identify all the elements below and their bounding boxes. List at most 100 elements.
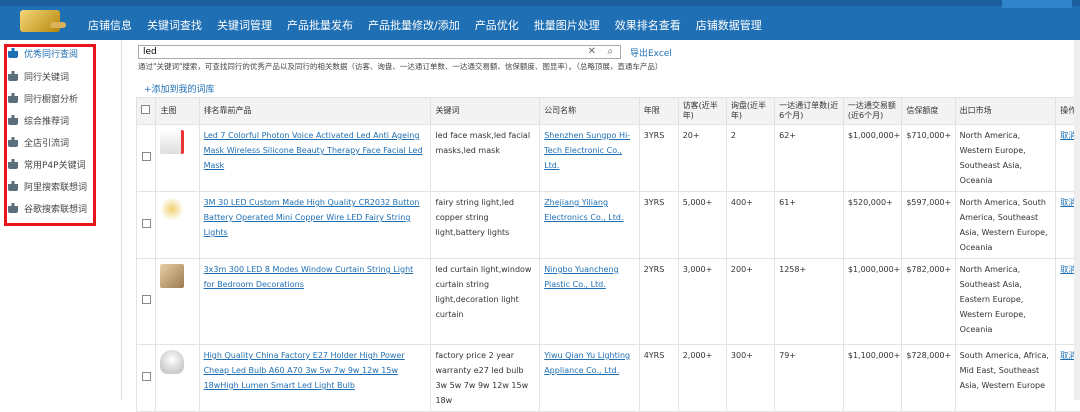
amount-cell: $1,000,000+ (843, 125, 901, 192)
product-link[interactable]: 3M 30 LED Custom Made High Quality CR203… (204, 198, 420, 237)
company-cell: Shenzhen Sungpo Hi-Tech Electronic Co., … (540, 125, 640, 192)
puzzle-icon (8, 159, 18, 169)
sidebar-item-recommended[interactable]: 综合推荐词 (8, 112, 69, 128)
product-link[interactable]: High Quality China Factory E27 Holder Hi… (204, 351, 405, 390)
markets-cell: South America, Africa, Mid East, Southea… (955, 345, 1056, 412)
visitors-cell: 20+ (678, 125, 726, 192)
markets-cell: North America, South America, Southeast … (955, 192, 1056, 259)
sidebar-item-peer-keywords[interactable]: 同行关键词 (8, 68, 69, 84)
product-image[interactable] (160, 264, 184, 288)
inquiries-cell: 300+ (726, 345, 774, 412)
company-cell: Yiwu Qian Yu Lighting Appliance Co., Ltd… (540, 345, 640, 412)
credit-cell: $782,000+ (902, 259, 955, 345)
row-checkbox[interactable] (142, 152, 151, 161)
sidebar-item-top-peers[interactable]: 优秀同行查阅 (8, 45, 78, 61)
inquiries-cell: 400+ (726, 192, 774, 259)
row-select-cell (137, 192, 156, 259)
export-excel-link[interactable]: 导出Excel (630, 46, 672, 59)
company-cell: Ningbo Yuancheng Plastic Co., Ltd. (540, 259, 640, 345)
credit-cell: $728,000+ (902, 345, 955, 412)
main-content: ✕ ⌕ 导出Excel 通过"关键词"搜索，可查找同行的优秀产品以及同行的相关数… (128, 40, 1080, 400)
nav-item-keyword-manage[interactable]: 关键词管理 (217, 17, 272, 33)
results-table: 主图 排名靠前产品 关键词 公司名称 年限 访客(近半年) 询盘(近半年) 一达… (136, 97, 1080, 412)
sidebar-item-peer-showcase[interactable]: 同行橱窗分析 (8, 90, 78, 106)
company-link[interactable]: Zhejiang Yiliang Electronics Co., Ltd. (544, 198, 623, 222)
table-row: Led 7 Colorful Photon Voice Activated Le… (137, 125, 1080, 192)
visitors-cell: 2,000+ (678, 345, 726, 412)
col-header: 询盘(近半年) (726, 98, 774, 125)
search-hint: 通过"关键词"搜索，可查找同行的优秀产品以及同行的相关数据（访客、询盘、一达通订… (138, 61, 662, 72)
credit-cell: $710,000+ (902, 125, 955, 192)
nav-item-shop-data[interactable]: 店铺数据管理 (696, 17, 762, 33)
row-checkbox[interactable] (142, 372, 151, 381)
sidebar-item-google-suggest[interactable]: 谷歌搜索联想词 (8, 200, 87, 216)
orders-cell: 79+ (775, 345, 844, 412)
visitors-cell: 5,000+ (678, 192, 726, 259)
company-link[interactable]: Shenzhen Sungpo Hi-Tech Electronic Co., … (544, 131, 630, 170)
clear-icon[interactable]: ✕ (588, 46, 596, 57)
nav-item-batch-edit[interactable]: 产品批量修改/添加 (368, 17, 460, 33)
nav-item-image-process[interactable]: 批量图片处理 (534, 17, 600, 33)
col-header: 公司名称 (540, 98, 640, 125)
nav-item-ranking[interactable]: 效果排名查看 (615, 17, 681, 33)
company-link[interactable]: Ningbo Yuancheng Plastic Co., Ltd. (544, 265, 618, 289)
col-header: 访客(近半年) (678, 98, 726, 125)
orders-cell: 61+ (775, 192, 844, 259)
keywords-cell: factory price 2 year warranty e27 led bu… (431, 345, 540, 412)
search-input[interactable] (139, 46, 579, 58)
product-image[interactable] (160, 130, 184, 154)
product-link[interactable]: 3x3m 300 LED 8 Modes Window Curtain Stri… (204, 265, 414, 289)
table-row: 3M 30 LED Custom Made High Quality CR203… (137, 192, 1080, 259)
top-navigation-bar: 店铺信息 关键词查找 关键词管理 产品批量发布 产品批量修改/添加 产品优化 批… (0, 0, 1080, 40)
amount-cell: $520,000+ (843, 192, 901, 259)
product-cell: 3x3m 300 LED 8 Modes Window Curtain Stri… (199, 259, 431, 345)
col-header: 关键词 (431, 98, 540, 125)
sidebar-item-p4p[interactable]: 常用P4P关键词 (8, 156, 86, 172)
keywords-cell: fairy string light,led copper string lig… (431, 192, 540, 259)
product-image[interactable] (160, 197, 184, 221)
product-image[interactable] (160, 350, 184, 374)
top-right-icons[interactable] (1002, 0, 1072, 8)
scrollbar[interactable] (1074, 40, 1080, 400)
company-link[interactable]: Yiwu Qian Yu Lighting Appliance Co., Ltd… (544, 351, 630, 375)
col-header: 一达通订单数(近6个月) (775, 98, 844, 125)
col-header: 主图 (156, 98, 199, 125)
credit-cell: $597,000+ (902, 192, 955, 259)
markets-cell: North America, Southeast Asia, Eastern E… (955, 259, 1056, 345)
nav-item-product-optimize[interactable]: 产品优化 (475, 17, 519, 33)
col-header: 出口市场 (955, 98, 1056, 125)
row-checkbox[interactable] (142, 219, 151, 228)
puzzle-icon (8, 137, 18, 147)
col-header: 信保额度 (902, 98, 955, 125)
thumbnail-cell (156, 345, 199, 412)
search-box: ✕ ⌕ (138, 45, 621, 59)
nav-item-shop-info[interactable]: 店铺信息 (88, 17, 132, 33)
select-all-checkbox[interactable] (141, 105, 150, 114)
years-cell: 2YRS (639, 259, 678, 345)
add-to-library-link[interactable]: +添加到我的词库 (144, 82, 215, 95)
inquiries-cell: 200+ (726, 259, 774, 345)
table-row: 3x3m 300 LED 8 Modes Window Curtain Stri… (137, 259, 1080, 345)
thumbnail-cell (156, 192, 199, 259)
inquiries-cell: 2 (726, 125, 774, 192)
amount-cell: $1,100,000+ (843, 345, 901, 412)
top-strip (0, 0, 1080, 6)
product-cell: Led 7 Colorful Photon Voice Activated Le… (199, 125, 431, 192)
product-link[interactable]: Led 7 Colorful Photon Voice Activated Le… (204, 131, 423, 170)
sidebar-item-traffic-words[interactable]: 全店引流词 (8, 134, 69, 150)
keywords-cell: led curtain light,window curtain string … (431, 259, 540, 345)
nav-item-keyword-search[interactable]: 关键词查找 (147, 17, 202, 33)
nav-item-batch-publish[interactable]: 产品批量发布 (287, 17, 353, 33)
main-nav: 店铺信息 关键词查找 关键词管理 产品批量发布 产品批量修改/添加 产品优化 批… (88, 17, 777, 33)
years-cell: 3YRS (639, 192, 678, 259)
puzzle-icon (8, 115, 18, 125)
sidebar-item-ali-suggest[interactable]: 阿里搜索联想词 (8, 178, 87, 194)
puzzle-icon (8, 93, 18, 103)
col-header: 年限 (639, 98, 678, 125)
row-select-cell (137, 259, 156, 345)
orders-cell: 62+ (775, 125, 844, 192)
row-checkbox[interactable] (142, 295, 151, 304)
puzzle-icon (8, 203, 18, 213)
search-icon[interactable]: ⌕ (607, 46, 613, 57)
puzzle-icon (8, 181, 18, 191)
